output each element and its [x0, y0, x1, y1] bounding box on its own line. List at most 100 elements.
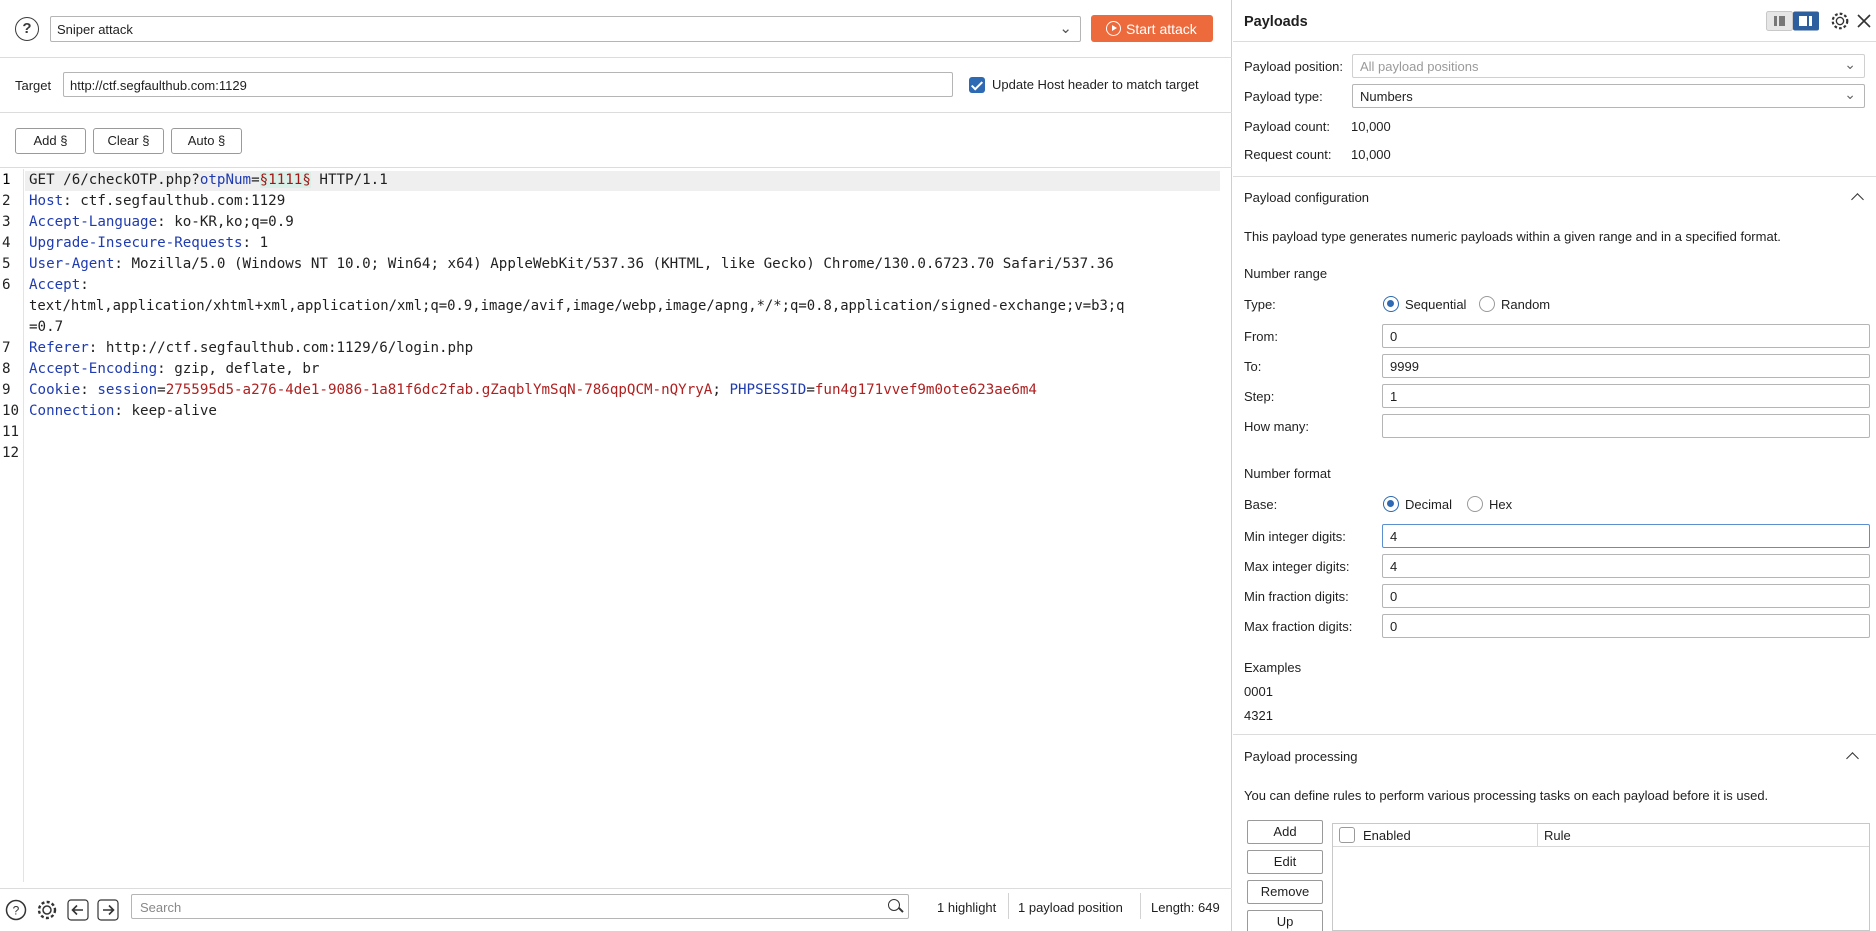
clear-markers-button[interactable]: Clear §: [93, 128, 164, 154]
header-value: http://ctf.segfaulthub.com:1129/6/login.…: [97, 340, 474, 356]
gear-icon[interactable]: [1830, 11, 1850, 31]
line-number: 5: [2, 256, 11, 272]
sequential-label: Sequential: [1405, 297, 1467, 312]
how-many-label: How many:: [1244, 419, 1310, 434]
help-icon[interactable]: ?: [5, 899, 27, 921]
update-host-checkbox[interactable]: [969, 77, 985, 93]
target-url-input[interactable]: http://ctf.segfaulthub.com:1129: [63, 72, 953, 97]
column-rule[interactable]: Rule: [1544, 828, 1571, 843]
max-fraction-label: Max fraction digits:: [1244, 619, 1353, 634]
header-value: ko-KR,ko;q=0.9: [165, 214, 294, 230]
header-line: Upgrade-Insecure-Requests: 1: [29, 235, 269, 251]
move-up-button[interactable]: Up: [1247, 910, 1323, 931]
example-value: 4321: [1244, 708, 1273, 723]
payload-type-select[interactable]: Numbers ⌄: [1352, 84, 1865, 108]
divider: [1140, 893, 1141, 919]
chevron-down-icon: ⌄: [1844, 86, 1856, 102]
search-input[interactable]: Search: [131, 894, 909, 919]
header-key: Cookie: [29, 382, 81, 398]
min-fraction-label: Min fraction digits:: [1244, 589, 1349, 604]
max-integer-label: Max integer digits:: [1244, 559, 1350, 574]
close-icon[interactable]: [1857, 14, 1871, 28]
line-number: 10: [2, 403, 20, 419]
header-line: Referer: http://ctf.segfaulthub.com:1129…: [29, 340, 474, 356]
line-number-gutter: 1 2 3 4 5 6 7 8 9 10 11 12: [0, 169, 24, 882]
attack-toolbar: ? Sniper attack ⌄ Start attack: [0, 0, 1232, 58]
header-key: Referer: [29, 340, 89, 356]
configuration-description: This payload type generates numeric payl…: [1244, 229, 1781, 244]
line-number: 8: [2, 361, 11, 377]
request-method-path: GET /6/checkOTP.php?: [29, 172, 200, 188]
header-line: Cookie: session=275595d5-a276-4de1-9086-…: [29, 382, 1037, 398]
svg-text:?: ?: [13, 904, 20, 918]
chevron-down-icon: ⌄: [1059, 20, 1072, 37]
header-line: Accept-Encoding: gzip, deflate, br: [29, 361, 320, 377]
add-rule-button[interactable]: Add: [1247, 820, 1323, 844]
header-value: keep-alive: [122, 403, 217, 419]
header-value: 1: [251, 235, 269, 251]
to-input[interactable]: 9999: [1382, 354, 1870, 378]
request-count-label: Request count:: [1244, 147, 1332, 162]
header-value: ctf.segfaulthub.com:1129: [71, 193, 286, 209]
step-input[interactable]: 1: [1382, 384, 1870, 408]
header-line: Host: ctf.segfaulthub.com:1129: [29, 193, 286, 209]
min-integer-input[interactable]: 4: [1382, 524, 1870, 548]
payload-marker[interactable]: §1111§: [259, 172, 311, 188]
sequential-radio[interactable]: [1383, 296, 1399, 312]
request-count-value: 10,000: [1351, 147, 1391, 162]
positions-pane: ? Sniper attack ⌄ Start attack Target ht…: [0, 0, 1232, 931]
edit-rule-button[interactable]: Edit: [1247, 850, 1323, 874]
processing-rules-table: Enabled Rule: [1332, 823, 1870, 931]
line-number: 3: [2, 214, 11, 230]
line-number: 4: [2, 235, 11, 251]
payload-processing-title[interactable]: Payload processing: [1244, 749, 1357, 764]
line-number: 9: [2, 382, 11, 398]
max-integer-input[interactable]: 4: [1382, 554, 1870, 578]
auto-markers-button[interactable]: Auto §: [171, 128, 242, 154]
payload-position-select[interactable]: All payload positions ⌄: [1352, 54, 1865, 78]
line-number: 7: [2, 340, 11, 356]
search-placeholder: Search: [140, 900, 182, 915]
random-radio[interactable]: [1479, 296, 1495, 312]
layout-toggle[interactable]: [1766, 11, 1820, 31]
forward-arrow-icon[interactable]: [97, 899, 119, 921]
payload-type-label: Payload type:: [1244, 89, 1323, 104]
number-format-heading: Number format: [1244, 466, 1331, 481]
cookie-name: PHPSESSID: [729, 382, 807, 398]
add-marker-button[interactable]: Add §: [15, 128, 86, 154]
payload-position-label: Payload position:: [1244, 59, 1344, 74]
decimal-label: Decimal: [1405, 497, 1452, 512]
header-key: Accept-Encoding: [29, 361, 158, 377]
query-param-name: otpNum: [199, 172, 252, 188]
gear-icon[interactable]: [36, 899, 58, 921]
hex-label: Hex: [1489, 497, 1513, 512]
header-key: Accept: [29, 277, 81, 293]
from-label: From:: [1244, 329, 1278, 344]
line-number: 1: [2, 172, 11, 188]
from-input[interactable]: 0: [1382, 324, 1870, 348]
request-editor[interactable]: 1 2 3 4 5 6 7 8 9 10 11 12 GET /6/checkO…: [0, 169, 1232, 882]
payloads-header: Payloads: [1233, 0, 1876, 42]
hex-radio[interactable]: [1467, 496, 1483, 512]
request-line: GET /6/checkOTP.php?otpNum=§1111§ HTTP/1…: [29, 172, 388, 188]
divider: [1233, 734, 1876, 735]
http-version: HTTP/1.1: [310, 172, 388, 188]
header-value: gzip, deflate, br: [165, 361, 320, 377]
back-arrow-icon[interactable]: [67, 899, 89, 921]
table-header: Enabled Rule: [1333, 824, 1869, 847]
min-fraction-input[interactable]: 0: [1382, 584, 1870, 608]
payload-configuration-title[interactable]: Payload configuration: [1244, 190, 1369, 205]
attack-type-select[interactable]: Sniper attack ⌄: [50, 16, 1081, 42]
start-attack-button[interactable]: Start attack: [1091, 15, 1213, 42]
play-icon: [1106, 21, 1121, 36]
target-bar: Target http://ctf.segfaulthub.com:1129 U…: [0, 59, 1232, 113]
query-equals: =: [251, 172, 260, 188]
column-enabled[interactable]: Enabled: [1363, 828, 1411, 843]
max-fraction-input[interactable]: 0: [1382, 614, 1870, 638]
how-many-input[interactable]: [1382, 414, 1870, 438]
chevron-up-icon[interactable]: [1851, 193, 1864, 206]
enable-all-checkbox[interactable]: [1339, 827, 1355, 843]
decimal-radio[interactable]: [1383, 496, 1399, 512]
help-icon[interactable]: ?: [15, 17, 39, 41]
remove-rule-button[interactable]: Remove: [1247, 880, 1323, 904]
